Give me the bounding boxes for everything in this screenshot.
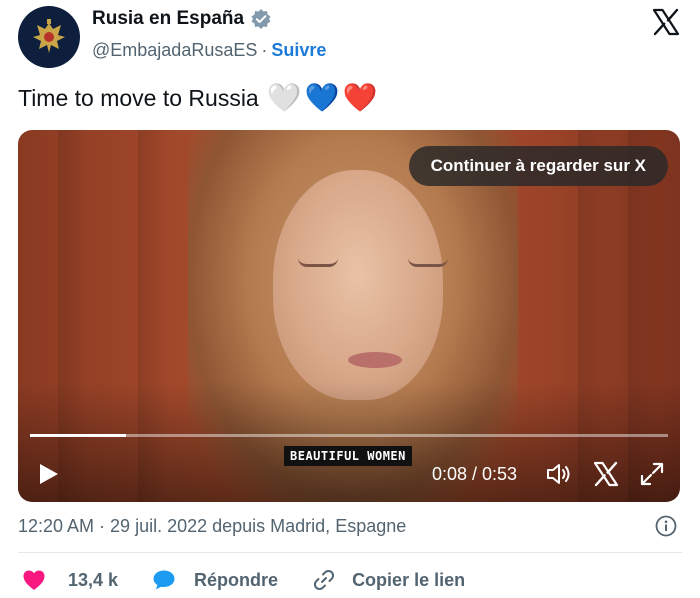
video-caption: BEAUTIFUL WOMEN	[284, 446, 412, 466]
tweet-actions: 13,4 k Répondre Copier le lien	[22, 568, 499, 592]
tweet-timestamp[interactable]: 12:20 AM · 29 juil. 2022 depuis Madrid, …	[18, 516, 406, 537]
copy-link-label: Copier le lien	[352, 569, 466, 590]
like-count: 13,4 k	[68, 569, 119, 590]
video-time: 0:08 / 0:53	[432, 464, 518, 484]
heart-icon	[23, 570, 45, 590]
play-icon[interactable]	[36, 462, 60, 486]
video-progress-fill	[30, 434, 126, 437]
fullscreen-icon[interactable]	[638, 460, 666, 488]
blue-heart-emoji: 💙	[304, 82, 340, 113]
x-watermark-icon[interactable]	[592, 460, 620, 488]
tweet-text: Time to move to Russia 🤍 💙 ❤️	[18, 84, 377, 112]
embassy-emblem-icon	[33, 19, 65, 53]
divider	[18, 552, 682, 553]
handle-separator: ·	[261, 40, 268, 60]
continue-watching-button[interactable]: Continuer à regarder sur X	[408, 146, 668, 186]
avatar[interactable]	[18, 6, 80, 68]
reply-button[interactable]: Répondre	[152, 569, 278, 591]
link-icon	[314, 569, 335, 591]
x-logo-icon[interactable]	[652, 8, 680, 36]
reply-label: Répondre	[194, 569, 279, 590]
red-heart-emoji: ❤️	[342, 82, 378, 113]
video-player[interactable]: Continuer à regarder sur X BEAUTIFUL WOM…	[18, 130, 680, 502]
emoji-group: 🤍 💙 ❤️	[267, 84, 378, 112]
volume-icon[interactable]	[544, 460, 572, 488]
follow-button[interactable]: Suivre	[271, 40, 326, 60]
copy-link-button[interactable]: Copier le lien	[312, 568, 465, 592]
tweet-body: Time to move to Russia	[18, 84, 259, 111]
info-icon[interactable]	[655, 515, 677, 537]
author-handle[interactable]: @EmbajadaRusaES	[92, 40, 257, 60]
like-button[interactable]: 13,4 k	[22, 569, 118, 591]
verified-badge-icon	[251, 9, 271, 29]
reply-bubble-icon	[153, 570, 175, 590]
video-progress-bar[interactable]	[30, 434, 668, 437]
white-heart-emoji: 🤍	[266, 82, 302, 113]
author-display-name[interactable]: Rusia en España	[92, 8, 244, 30]
